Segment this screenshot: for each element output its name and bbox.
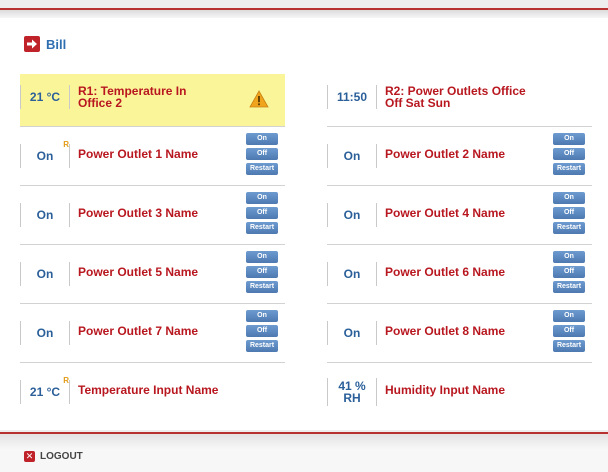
outlet-row: On Power Outlet 2 Name On Off Restart [327,127,592,186]
sensor-value-text: 21 °C [29,385,61,399]
outlet-name[interactable]: Power Outlet 8 Name [385,325,505,338]
restart-button[interactable]: Restart [553,222,585,234]
top-shadow [0,10,608,18]
on-button[interactable]: On [246,251,278,263]
outlet-name[interactable]: Power Outlet 1 Name [78,148,198,161]
rule-name[interactable]: R2: Power Outlets Office Off Sat Sun [385,85,526,109]
outlet-row: On R Power Outlet 1 Name On Off Restart [20,127,285,186]
outlet-row: On Power Outlet 8 Name On Off Restart [327,304,592,363]
rule-row-r1[interactable]: 21 °C R1: Temperature In Office 2 [20,74,285,127]
outlet-controls: On Off Restart [246,251,278,296]
footer-bar [0,434,608,472]
off-button[interactable]: Off [553,266,585,278]
sensor-row-temperature: 21 °C R Temperature Input Name [20,363,285,421]
outlet-state: On [327,321,377,345]
sensor-name[interactable]: Humidity Input Name [385,384,505,397]
device-column-left: 21 °C R1: Temperature In Office 2 On R Po… [20,74,285,421]
off-button[interactable]: Off [246,207,278,219]
rule-name-line2: Office 2 [78,96,123,110]
arrow-right-icon [24,36,40,52]
off-button[interactable]: Off [246,266,278,278]
restart-button[interactable]: Restart [246,340,278,352]
restart-button[interactable]: Restart [553,340,585,352]
outlet-controls: On Off Restart [246,133,278,178]
sensor-row-humidity: 41 % RH Humidity Input Name [327,363,592,421]
off-button[interactable]: Off [553,207,585,219]
outlet-name[interactable]: Power Outlet 3 Name [78,207,198,220]
outlet-name[interactable]: Power Outlet 5 Name [78,266,198,279]
on-button[interactable]: On [246,133,278,145]
outlet-state: On [20,321,70,345]
outlet-state: On R [20,140,70,168]
rule-value: 11:50 [327,85,377,109]
sensor-flag: R [63,376,69,385]
outlet-controls: On Off Restart [246,192,278,237]
restart-button[interactable]: Restart [246,281,278,293]
outlet-controls: On Off Restart [553,310,585,355]
outlet-row: On Power Outlet 5 Name On Off Restart [20,245,285,304]
outlet-name[interactable]: Power Outlet 2 Name [385,148,505,161]
rule-name[interactable]: R1: Temperature In Office 2 [78,85,186,109]
outlet-state: On [20,203,70,227]
sensor-value-line2: RH [343,391,361,405]
off-button[interactable]: Off [246,325,278,337]
outlet-controls: On Off Restart [553,133,585,178]
outlet-name[interactable]: Power Outlet 7 Name [78,325,198,338]
rule-row-r2[interactable]: 11:50 R2: Power Outlets Office Off Sat S… [327,74,592,127]
restart-button[interactable]: Restart [553,163,585,175]
sensor-name[interactable]: Temperature Input Name [78,384,218,397]
outlet-state: On [327,203,377,227]
outlet-state: On [20,262,70,286]
outlet-row: On Power Outlet 6 Name On Off Restart [327,245,592,304]
logout-link[interactable]: ✕ LOGOUT [24,451,83,462]
rule-value: 21 °C [20,85,70,109]
outlet-name[interactable]: Power Outlet 4 Name [385,207,505,220]
outlet-row: On Power Outlet 7 Name On Off Restart [20,304,285,363]
outlet-row: On Power Outlet 4 Name On Off Restart [327,186,592,245]
page-title: Bill [24,36,66,52]
outlet-flag: R [63,140,69,149]
on-button[interactable]: On [553,192,585,204]
sensor-value: 21 °C R [20,376,70,404]
outlet-row: On Power Outlet 3 Name On Off Restart [20,186,285,245]
page-title-text: Bill [46,36,67,52]
warning-icon [249,90,269,108]
outlet-name[interactable]: Power Outlet 6 Name [385,266,505,279]
outlet-controls: On Off Restart [246,310,278,355]
on-button[interactable]: On [246,310,278,322]
sensor-value-block: 41 % RH [338,380,365,404]
outlet-controls: On Off Restart [553,192,585,237]
on-button[interactable]: On [553,251,585,263]
on-button[interactable]: On [553,133,585,145]
outlet-controls: On Off Restart [553,251,585,296]
device-column-right: 11:50 R2: Power Outlets Office Off Sat S… [327,74,592,421]
logout-label: LOGOUT [40,451,83,462]
outlet-state-text: On [36,149,54,163]
outlet-state: On [327,262,377,286]
restart-button[interactable]: Restart [553,281,585,293]
on-button[interactable]: On [553,310,585,322]
restart-button[interactable]: Restart [246,222,278,234]
off-button[interactable]: Off [553,325,585,337]
sensor-value: 41 % RH [327,378,377,406]
on-button[interactable]: On [246,192,278,204]
off-button[interactable]: Off [553,148,585,160]
outlet-state: On [327,144,377,168]
restart-button[interactable]: Restart [246,163,278,175]
rule-name-line2: Off Sat Sun [385,96,451,110]
off-button[interactable]: Off [246,148,278,160]
close-icon: ✕ [24,451,35,462]
